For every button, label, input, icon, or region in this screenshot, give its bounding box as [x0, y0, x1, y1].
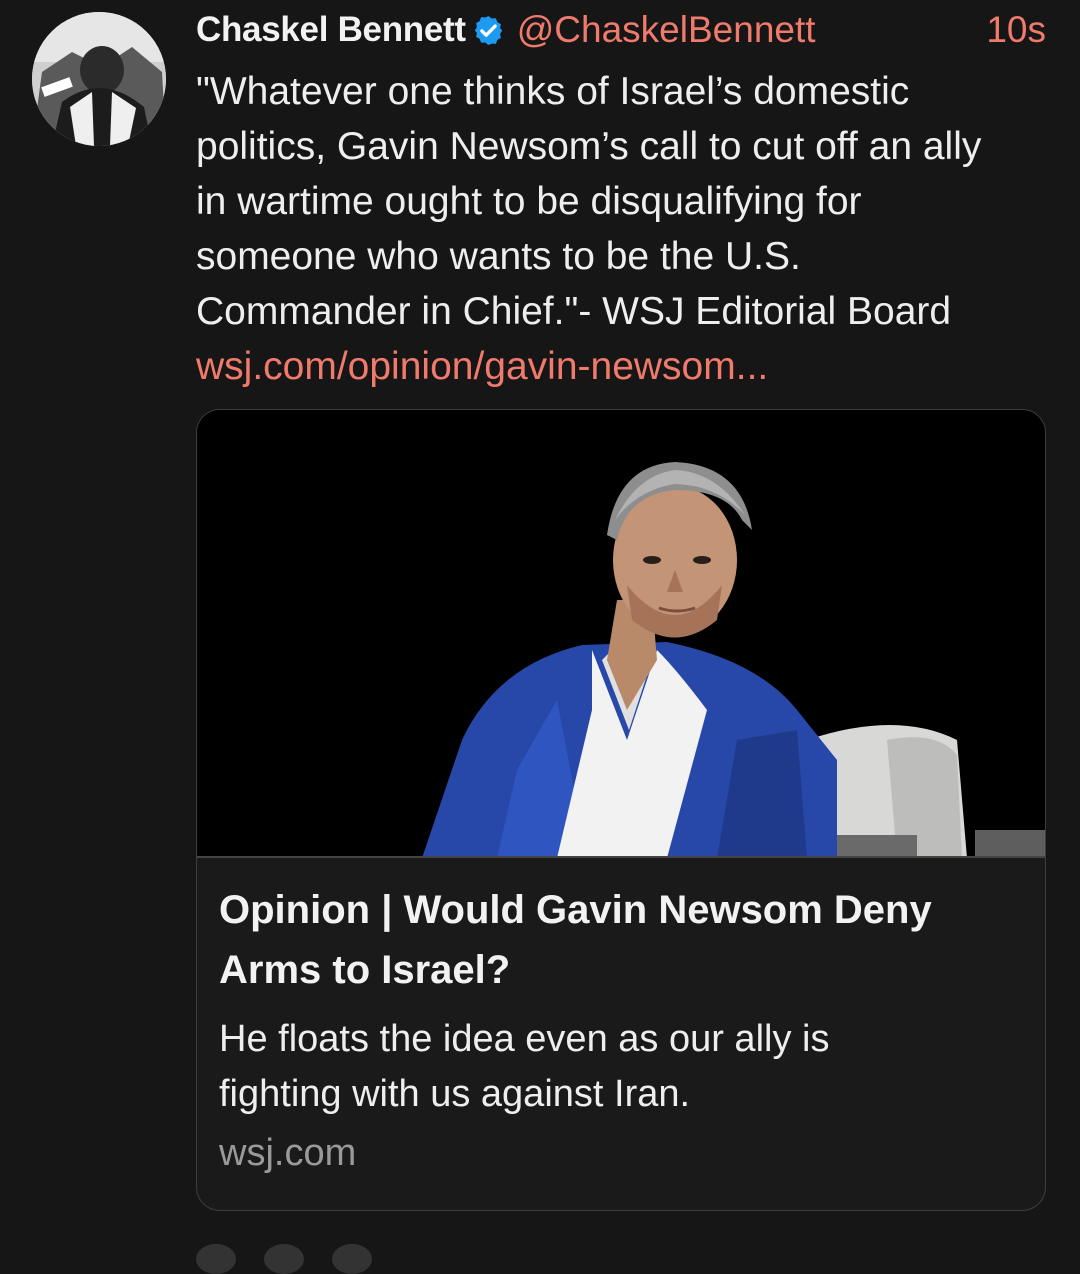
- post-text-line: politics, Gavin Newsom’s call to cut off…: [196, 125, 982, 168]
- link-preview-description: He floats the idea even as our ally is f…: [219, 1012, 1019, 1122]
- post-link[interactable]: wsj.com/opinion/gavin-newsom...: [196, 339, 1058, 394]
- link-preview-title: Opinion | Would Gavin Newsom Deny Arms t…: [219, 880, 1019, 1000]
- card-divider: [197, 856, 1045, 858]
- author-handle[interactable]: @ChaskelBennett: [517, 9, 816, 51]
- repost-icon[interactable]: [264, 1244, 304, 1274]
- post-text-line: Commander in Chief."- WSJ Editorial Boar…: [196, 290, 952, 333]
- verified-badge-icon: [472, 14, 505, 47]
- link-preview-image: [197, 410, 1045, 858]
- avatar-photo: [32, 12, 166, 146]
- card-description-line: fighting with us against Iran.: [219, 1073, 691, 1115]
- post-body: "Whatever one thinks of Israel’s domesti…: [196, 64, 1058, 394]
- like-icon[interactable]: [332, 1244, 372, 1274]
- link-preview-domain: wsj.com: [219, 1132, 357, 1174]
- card-title-line: Arms to Israel?: [219, 948, 511, 992]
- author-display-name[interactable]: Chaskel Bennett: [196, 10, 466, 50]
- reply-icon[interactable]: [196, 1244, 236, 1274]
- card-title-line: Opinion | Would Gavin Newsom Deny: [219, 888, 932, 932]
- card-description-line: He floats the idea even as our ally is: [219, 1018, 830, 1060]
- author-avatar[interactable]: [32, 12, 166, 146]
- link-preview-card[interactable]: Opinion | Would Gavin Newsom Deny Arms t…: [196, 409, 1046, 1211]
- post-text-line: in wartime ought to be disqualifying for: [196, 180, 862, 223]
- post-text-line: "Whatever one thinks of Israel’s domesti…: [196, 70, 910, 113]
- post-header: Chaskel Bennett @ChaskelBennett 10s: [196, 8, 1048, 52]
- post-timestamp[interactable]: 10s: [986, 9, 1048, 51]
- post-text-line: someone who wants to be the U.S.: [196, 235, 801, 278]
- post-action-bar: [196, 1244, 696, 1274]
